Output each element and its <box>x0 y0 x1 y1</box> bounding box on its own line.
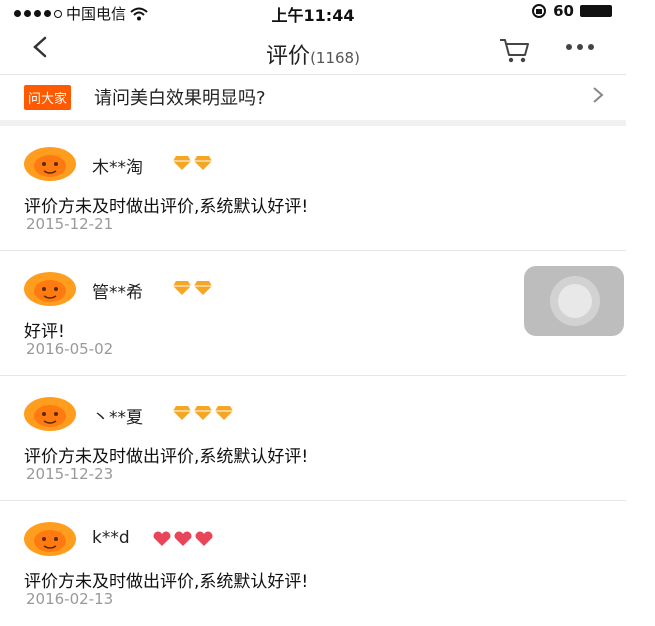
more-icon[interactable] <box>566 44 594 50</box>
avatar <box>24 272 76 306</box>
review-content: 评价方未及时做出评价,系统默认好评! <box>24 572 309 592</box>
diamond-icon <box>172 155 213 171</box>
assistive-touch-center <box>558 284 592 318</box>
review-item: k**d 评价方未及时做出评价,系统默认好评! 2016-02-13 <box>0 501 626 626</box>
assistive-touch-button[interactable] <box>524 266 624 336</box>
status-right: 60 <box>531 2 612 20</box>
review-content: 好评! <box>24 322 65 342</box>
ask-everyone-bar[interactable]: 问大家 请问美白效果明显吗? <box>0 74 626 126</box>
ask-question: 请问美白效果明显吗? <box>94 88 266 109</box>
review-item: 木**淘 评价方未及时做出评价,系统默认好评! 2015-12-21 <box>0 126 626 251</box>
screen: 中国电信 上午11:44 60 评价(1168) 问大家 请问美白效果明显吗? … <box>0 0 626 626</box>
review-date: 2016-05-02 <box>26 340 114 358</box>
page-title-text: 评价 <box>266 44 311 69</box>
avatar <box>24 397 76 431</box>
review-date: 2015-12-21 <box>26 215 114 233</box>
battery-label: 60 <box>553 2 574 20</box>
review-content: 评价方未及时做出评价,系统默认好评! <box>24 447 309 467</box>
review-username: 丶**夏 <box>92 408 143 428</box>
review-username: 木**淘 <box>92 158 143 178</box>
rotation-lock-icon <box>532 4 547 18</box>
avatar <box>24 522 76 556</box>
review-date: 2016-02-13 <box>26 590 114 608</box>
diamond-icon <box>172 405 234 421</box>
cart-icon[interactable] <box>498 36 532 64</box>
review-date: 2015-12-23 <box>26 465 114 483</box>
review-username: k**d <box>92 528 130 548</box>
review-username: 管**希 <box>92 283 143 303</box>
nav-bar: 评价(1168) <box>0 24 626 75</box>
review-content: 评价方未及时做出评价,系统默认好评! <box>24 197 309 217</box>
review-count: (1168) <box>310 49 360 67</box>
chevron-right-icon <box>593 87 604 103</box>
page-title: 评价(1168) <box>0 38 626 70</box>
ask-everyone-tag: 问大家 <box>24 85 72 110</box>
status-bar: 中国电信 上午11:44 60 <box>0 0 626 25</box>
review-item: 丶**夏 评价方未及时做出评价,系统默认好评! 2015-12-23 <box>0 376 626 501</box>
avatar <box>24 147 76 181</box>
diamond-icon <box>172 280 213 296</box>
heart-icon <box>152 531 214 547</box>
battery-icon <box>580 5 612 17</box>
